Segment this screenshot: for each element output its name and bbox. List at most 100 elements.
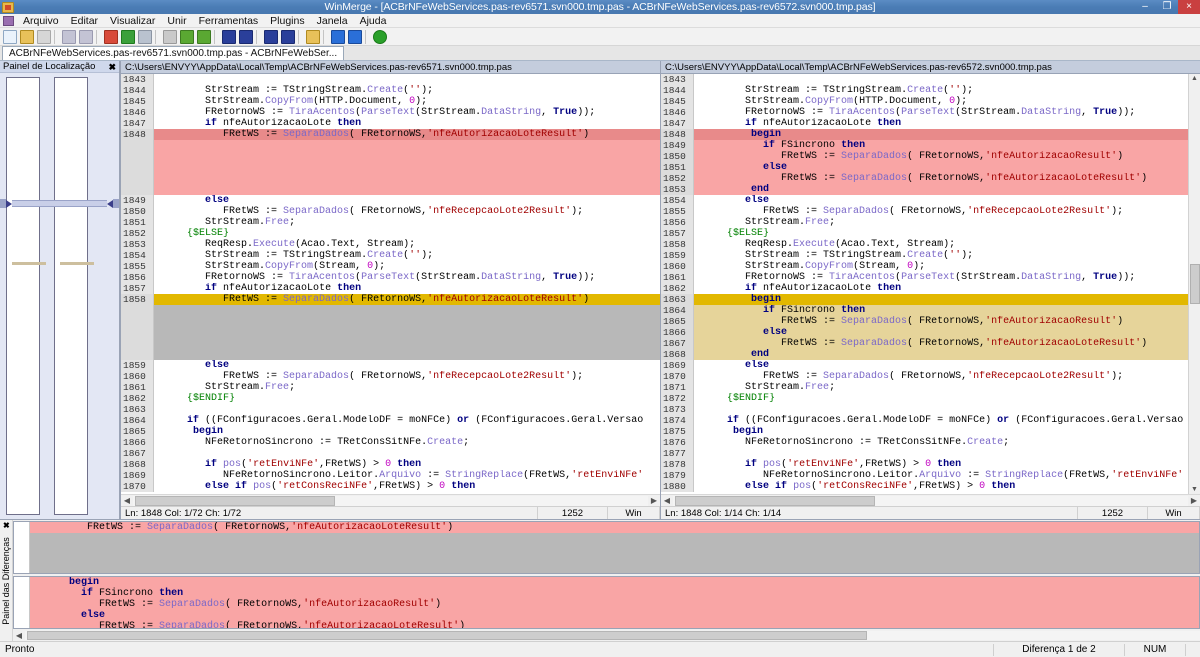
line-text[interactable]: begin	[694, 426, 1188, 437]
code-line[interactable]: 1843	[661, 74, 1188, 85]
code-line[interactable]: 1864 if FSincrono then	[661, 305, 1188, 316]
line-text[interactable]: FRetWS := SeparaDados( FRetornoWS,'nfeRe…	[694, 206, 1188, 217]
line-text[interactable]: if nfeAutorizacaoLote then	[154, 283, 660, 294]
code-line[interactable]: 1869 else	[661, 360, 1188, 371]
difference-panel-top-lines[interactable]: FRetWS := SeparaDados( FRetornoWS,'nfeAu…	[30, 522, 1199, 573]
code-line[interactable]: 1848 begin	[661, 129, 1188, 140]
next-difference-icon[interactable]	[196, 29, 212, 45]
code-line[interactable]: 1866 NFeRetornoSincrono := TRetConsSitNF…	[121, 437, 660, 448]
line-text[interactable]: if nfeAutorizacaoLote then	[694, 283, 1188, 294]
code-line[interactable]: 1850 FRetWS := SeparaDados( FRetornoWS,'…	[121, 206, 660, 217]
line-text[interactable]: else	[694, 360, 1188, 371]
line-text[interactable]: begin	[694, 129, 1188, 140]
code-line[interactable]: 1871 StrStream.Free;	[661, 382, 1188, 393]
previous-difference-icon[interactable]	[179, 29, 195, 45]
difference-line[interactable]: else	[30, 610, 1199, 621]
code-line[interactable]	[121, 316, 660, 327]
maximize-button[interactable]: ❐	[1156, 0, 1178, 14]
line-text[interactable]	[154, 404, 660, 415]
close-button[interactable]: ×	[1178, 0, 1200, 14]
line-text[interactable]: end	[694, 349, 1188, 360]
code-line[interactable]: 1860 StrStream.CopyFrom(Stream, 0);	[661, 261, 1188, 272]
line-text[interactable]: FRetWS := SeparaDados( FRetornoWS,'nfeAu…	[694, 316, 1188, 327]
undo-icon[interactable]	[61, 29, 77, 45]
code-line[interactable]: 1862 {$ENDIF}	[121, 393, 660, 404]
line-text[interactable]: StrStream.CopyFrom(Stream, 0);	[694, 261, 1188, 272]
code-line[interactable]: 1868 if pos('retEnviNFe',FRetWS) > 0 the…	[121, 459, 660, 470]
code-line[interactable]: 1879 NFeRetornoSincrono.Leitor.Arquivo :…	[661, 470, 1188, 481]
line-text[interactable]: if nfeAutorizacaoLote then	[154, 118, 660, 129]
line-text[interactable]	[154, 173, 660, 184]
play-icon[interactable]	[330, 29, 346, 45]
line-text[interactable]: StrStream := TStringStream.Create('');	[694, 250, 1188, 261]
code-line[interactable]: 1859 else	[121, 360, 660, 371]
line-text[interactable]	[154, 151, 660, 162]
code-line[interactable]: 1849 else	[121, 195, 660, 206]
code-line[interactable]: 1870 FRetWS := SeparaDados( FRetornoWS,'…	[661, 371, 1188, 382]
copy-right-and-advance-icon[interactable]	[263, 29, 279, 45]
open-file-icon[interactable]	[19, 29, 35, 45]
line-text[interactable]: NFeRetornoSincrono := TRetConsSitNFe.Cre…	[154, 437, 660, 448]
line-text[interactable]: if FSincrono then	[694, 140, 1188, 151]
copy-left-icon[interactable]	[238, 29, 254, 45]
line-text[interactable]: begin	[154, 426, 660, 437]
menu-item-visualizar[interactable]: Visualizar	[104, 14, 161, 28]
code-line[interactable]: 1856 StrStream.Free;	[661, 217, 1188, 228]
code-line[interactable]: 1874 if ((FConfiguracoes.Geral.ModeloDF …	[661, 415, 1188, 426]
line-text[interactable]: FRetornoWS := TiraAcentos(ParseText(StrS…	[154, 272, 660, 283]
code-line[interactable]: 1872 {$ENDIF}	[661, 393, 1188, 404]
line-text[interactable]: if pos('retEnviNFe',FRetWS) > 0 then	[694, 459, 1188, 470]
line-text[interactable]: FRetWS := SeparaDados( FRetornoWS,'nfeAu…	[694, 338, 1188, 349]
line-text[interactable]: {$ELSE}	[694, 228, 1188, 239]
code-line[interactable]: 1848 FRetWS := SeparaDados( FRetornoWS,'…	[121, 129, 660, 140]
vscroll-down-arrow-icon[interactable]: ▼	[1191, 485, 1198, 494]
difference-panel-top[interactable]: FRetWS := SeparaDados( FRetornoWS,'nfeAu…	[13, 521, 1200, 574]
line-text[interactable]: StrStream.CopyFrom(Stream, 0);	[154, 261, 660, 272]
code-line[interactable]: 1857 if nfeAutorizacaoLote then	[121, 283, 660, 294]
line-text[interactable]: if pos('retEnviNFe',FRetWS) > 0 then	[154, 459, 660, 470]
code-line[interactable]: 1845 StrStream.CopyFrom(HTTP.Document, 0…	[121, 96, 660, 107]
vscroll-up-arrow-icon[interactable]: ▲	[1191, 74, 1198, 83]
edit-icon[interactable]	[305, 29, 321, 45]
left-hscroll-right-arrow-icon[interactable]: ▶	[648, 496, 660, 505]
line-text[interactable]: NFeRetornoSincrono.Leitor.Arquivo := Str…	[154, 470, 660, 481]
line-text[interactable]: else if pos('retConsReciNFe',FRetWS) > 0…	[694, 481, 1188, 492]
menu-item-ferramentas[interactable]: Ferramentas	[193, 14, 265, 28]
difference-line[interactable]: FRetWS := SeparaDados( FRetornoWS,'nfeAu…	[30, 522, 1199, 533]
dp-hscroll-track[interactable]	[25, 631, 1200, 640]
location-panel-close-icon[interactable]: ✖	[108, 61, 116, 73]
vscroll-thumb[interactable]	[1189, 264, 1200, 304]
code-line[interactable]: 1869 NFeRetornoSincrono.Leitor.Arquivo :…	[121, 470, 660, 481]
difference-panel-hscrollbar[interactable]: ◀	[13, 630, 1200, 641]
code-line[interactable]: 1844 StrStream := TStringStream.Create('…	[661, 85, 1188, 96]
difference-line[interactable]	[30, 544, 1199, 555]
first-difference-icon[interactable]	[162, 29, 178, 45]
line-text[interactable]: if FSincrono then	[694, 305, 1188, 316]
line-text[interactable]: {$ENDIF}	[154, 393, 660, 404]
code-line[interactable]: 1861 FRetornoWS := TiraAcentos(ParseText…	[661, 272, 1188, 283]
code-line[interactable]	[121, 305, 660, 316]
new-file-icon[interactable]	[2, 29, 18, 45]
line-text[interactable]: {$ELSE}	[154, 228, 660, 239]
line-text[interactable]: StrStream.Free;	[154, 382, 660, 393]
code-line[interactable]: 1870 else if pos('retConsReciNFe',FRetWS…	[121, 481, 660, 492]
line-text[interactable]	[694, 404, 1188, 415]
code-line[interactable]: 1865 begin	[121, 426, 660, 437]
code-line[interactable]: 1852 {$ELSE}	[121, 228, 660, 239]
line-text[interactable]: if nfeAutorizacaoLote then	[694, 118, 1188, 129]
line-text[interactable]: FRetWS := SeparaDados( FRetornoWS,'nfeAu…	[694, 151, 1188, 162]
line-text[interactable]: StrStream := TStringStream.Create('');	[694, 85, 1188, 96]
line-text[interactable]: StrStream.Free;	[154, 217, 660, 228]
code-line[interactable]: 1851 else	[661, 162, 1188, 173]
left-hscroll-track[interactable]	[133, 495, 648, 506]
line-text[interactable]: StrStream.Free;	[694, 217, 1188, 228]
right-horizontal-scrollbar[interactable]: ◀ ▶	[661, 494, 1200, 506]
right-hscroll-thumb[interactable]	[675, 495, 875, 506]
code-line[interactable]: 1862 if nfeAutorizacaoLote then	[661, 283, 1188, 294]
code-line[interactable]	[121, 162, 660, 173]
left-hscroll-thumb[interactable]	[135, 495, 335, 506]
right-pane-body[interactable]: 1843 1844 StrStream := TStringStream.Cre…	[661, 74, 1200, 494]
code-line[interactable]: 1877	[661, 448, 1188, 459]
difference-panel-bottom[interactable]: begin if FSincrono then FRetWS := Separa…	[13, 576, 1200, 629]
line-text[interactable]: FRetWS := SeparaDados( FRetornoWS,'nfeAu…	[154, 129, 660, 140]
